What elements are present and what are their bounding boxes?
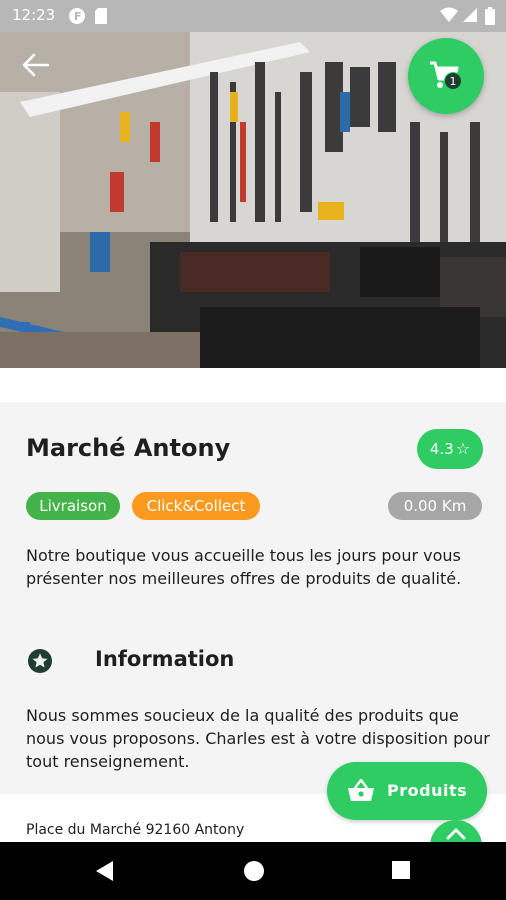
store-details: Marché Antony 4.3 ☆ Livraison Click&Colle… [0, 402, 506, 794]
back-triangle-icon[interactable] [95, 860, 115, 882]
information-title: Information [95, 647, 235, 671]
home-circle-icon[interactable] [243, 860, 265, 882]
tag-livraison: Livraison [26, 492, 120, 520]
basket-icon [348, 779, 374, 801]
status-bar: 12:23 F [0, 0, 506, 32]
signal-icon [463, 8, 477, 22]
star-outline-icon: ☆ [455, 439, 471, 458]
products-button[interactable]: Produits [327, 762, 487, 820]
battery-icon [485, 7, 495, 25]
distance-badge: 0.00 Km [388, 492, 482, 520]
products-button-label: Produits [387, 781, 468, 800]
back-arrow-icon[interactable] [18, 50, 54, 80]
status-time: 12:23 [12, 6, 56, 24]
image-divider [0, 368, 506, 402]
svg-text:F: F [74, 10, 82, 23]
system-nav-bar [0, 842, 506, 900]
cart-count-badge: 1 [444, 72, 462, 90]
chevron-up-icon [446, 828, 466, 840]
star-circle-icon [28, 649, 52, 673]
rating-badge: 4.3 ☆ [417, 429, 483, 469]
store-address: Place du Marché 92160 Antony [26, 822, 245, 838]
cart-button[interactable]: 1 [408, 38, 484, 114]
sd-card-icon [95, 8, 107, 24]
notification-f-icon: F [69, 8, 85, 24]
rating-value: 4.3 [429, 440, 454, 458]
store-description: Notre boutique vous accueille tous les j… [26, 546, 462, 588]
wifi-icon [440, 7, 458, 22]
store-name: Marché Antony [26, 434, 231, 462]
recents-square-icon[interactable] [391, 860, 411, 880]
tag-click-collect: Click&Collect [132, 492, 260, 520]
